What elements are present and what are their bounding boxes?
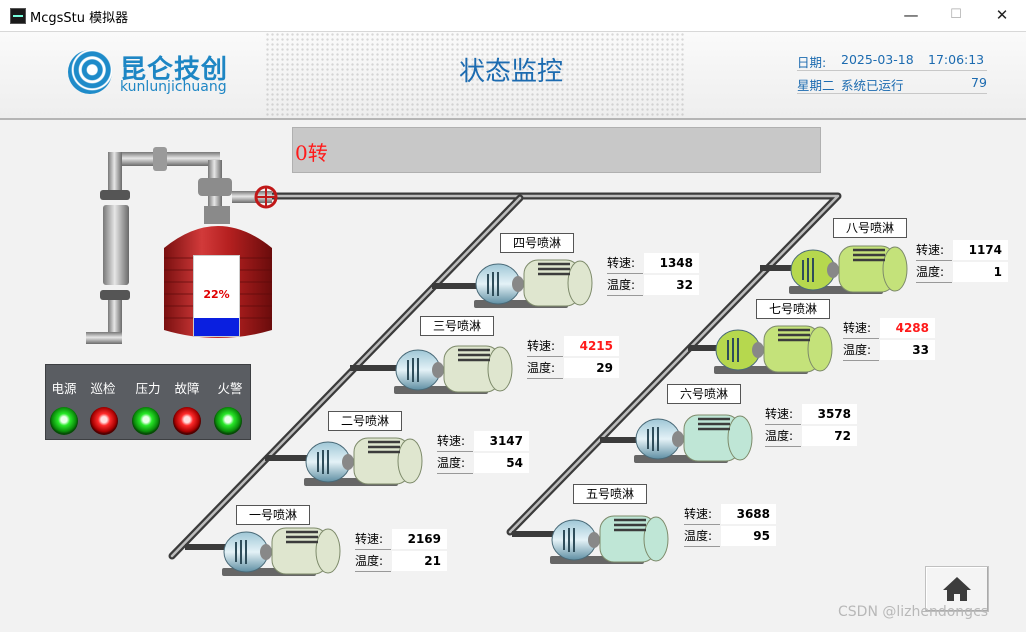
sprinkler-name-label: 一号喷淋 xyxy=(236,505,310,525)
sprinkler-motor-icon[interactable] xyxy=(394,345,513,394)
speed-value: 1348 xyxy=(644,253,699,273)
lamp-label-fault: 故障 xyxy=(174,381,200,396)
sprinkler-name-label: 四号喷淋 xyxy=(500,233,574,253)
speed-value: 4288 xyxy=(880,318,935,338)
temp-label: 温度: xyxy=(916,262,952,283)
temp-value: 1 xyxy=(953,262,1008,282)
fire-lamp-icon xyxy=(214,407,242,435)
speed-label: 转速: xyxy=(607,253,643,274)
tank-level-fill xyxy=(194,318,239,336)
temp-value: 29 xyxy=(564,358,619,378)
speed-value: 2169 xyxy=(392,529,447,549)
pressure-lamp-icon xyxy=(132,407,160,435)
speed-label: 转速: xyxy=(916,240,952,261)
sprinkler-motor-icon[interactable] xyxy=(474,259,593,308)
temp-label: 温度: xyxy=(607,275,643,296)
speed-value: 4215 xyxy=(564,336,619,356)
temp-label: 温度: xyxy=(843,340,879,361)
status-text: 0转 xyxy=(295,141,328,165)
sprinkler-name-label: 三号喷淋 xyxy=(420,316,494,336)
temp-value: 32 xyxy=(644,275,699,295)
speed-label: 转速: xyxy=(765,404,801,425)
patrol-lamp-icon xyxy=(90,407,118,435)
temp-label: 温度: xyxy=(527,358,563,379)
fault-lamp-icon xyxy=(173,407,201,435)
temp-value: 54 xyxy=(474,453,529,473)
speed-value: 1174 xyxy=(953,240,1008,260)
sprinkler-motor-icon[interactable] xyxy=(714,325,833,374)
power-lamp-icon xyxy=(50,407,78,435)
temp-label: 温度: xyxy=(684,526,720,547)
sprinkler-name-label: 二号喷淋 xyxy=(328,411,402,431)
tank-level-text: 22% xyxy=(203,288,230,301)
sprinkler-motor-icon[interactable] xyxy=(634,414,753,463)
sprinkler-name-label: 八号喷淋 xyxy=(833,218,907,238)
speed-value: 3688 xyxy=(721,504,776,524)
process-diagram xyxy=(86,147,908,576)
temp-value: 21 xyxy=(392,551,447,571)
lamp-label-fire: 火警 xyxy=(217,381,243,396)
speed-label: 转速: xyxy=(843,318,879,339)
lamp-label-patrol: 巡检 xyxy=(90,381,116,396)
sprinkler-motor-icon[interactable] xyxy=(550,515,669,564)
speed-label: 转速: xyxy=(527,336,563,357)
indicator-panel: 电源 巡检 压力 故障 火警 xyxy=(45,364,251,440)
tank-level-gauge: 22% xyxy=(193,255,240,337)
sprinkler-name-label: 七号喷淋 xyxy=(756,299,830,319)
sprinkler-name-label: 六号喷淋 xyxy=(667,384,741,404)
temp-value: 33 xyxy=(880,340,935,360)
watermark: CSDN @lizhendongcs xyxy=(838,604,989,620)
lamp-label-pressure: 压力 xyxy=(135,381,161,396)
speed-value: 3578 xyxy=(802,404,857,424)
sprinkler-name-label: 五号喷淋 xyxy=(573,484,647,504)
sprinkler-motor-icon[interactable] xyxy=(222,527,341,576)
temp-label: 温度: xyxy=(437,453,473,474)
status-display: 0转 xyxy=(292,127,821,173)
lamp-label-power: 电源 xyxy=(51,381,77,396)
speed-label: 转速: xyxy=(684,504,720,525)
speed-value: 3147 xyxy=(474,431,529,451)
temp-value: 95 xyxy=(721,526,776,546)
speed-label: 转速: xyxy=(437,431,473,452)
temp-label: 温度: xyxy=(355,551,391,572)
temp-value: 72 xyxy=(802,426,857,446)
valve-icon[interactable] xyxy=(254,185,278,209)
sprinkler-motor-icon[interactable] xyxy=(789,245,908,294)
sprinkler-motor-icon[interactable] xyxy=(304,437,423,486)
temp-label: 温度: xyxy=(765,426,801,447)
speed-label: 转速: xyxy=(355,529,391,550)
